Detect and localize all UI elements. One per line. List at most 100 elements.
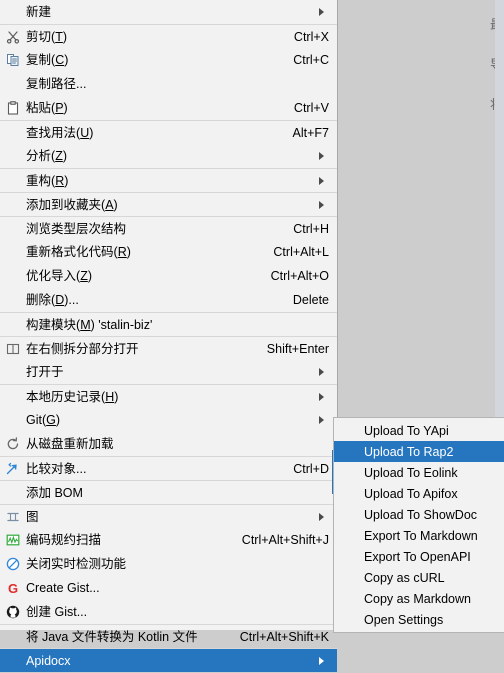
menu-item[interactable]: Apidocx xyxy=(0,648,337,672)
submenu-item[interactable]: Export To OpenAPI xyxy=(334,546,504,567)
no-icon xyxy=(0,0,26,24)
submenu-item[interactable]: Copy as Markdown xyxy=(334,588,504,609)
chevron-right-icon xyxy=(313,152,329,160)
menu-item-shortcut: Alt+F7 xyxy=(292,125,329,140)
menu-item[interactable]: 浏览类型层次结构 Ctrl+H xyxy=(0,216,337,240)
menu-item[interactable]: 打开于 xyxy=(0,360,337,384)
menu-item-label: 添加到收藏夹(A) xyxy=(26,197,118,212)
context-menu-items: 新建剪切(T) Ctrl+X 复制(C) Ctrl+C 复制路径... 粘贴(P) Ctrl… xyxy=(0,0,337,672)
menu-item-mnemonic: (Z) xyxy=(76,269,92,283)
menu-item[interactable]: 创建 Gist... xyxy=(0,600,337,624)
menu-item-mnemonic: (Z) xyxy=(51,149,67,163)
no-icon xyxy=(0,193,26,217)
menu-item-mnemonic: (R) xyxy=(51,173,69,188)
menu-item[interactable]: 分析(Z) xyxy=(0,144,337,168)
menu-item-label: Apidocx xyxy=(26,653,71,668)
gitlab-icon: G xyxy=(0,576,26,600)
menu-item-label: 将 Java 文件转换为 Kotlin 文件 xyxy=(26,629,198,644)
no-icon xyxy=(0,360,26,384)
menu-item-label: 添加 BOM xyxy=(26,485,83,500)
diagram-icon xyxy=(0,505,26,529)
menu-item[interactable]: 添加到收藏夹(A) xyxy=(0,192,337,216)
menu-item-shortcut: Shift+Enter xyxy=(266,341,329,356)
submenu-item[interactable]: Upload To Eolink xyxy=(334,462,504,483)
menu-item[interactable]: 复制(C) Ctrl+C xyxy=(0,48,337,72)
menu-item-label: 编码规约扫描 xyxy=(26,533,102,547)
submenu-item[interactable]: Upload To Apifox xyxy=(334,483,504,504)
menu-item[interactable]: 本地历史记录(H) xyxy=(0,384,337,408)
menu-item[interactable]: 重构(R) xyxy=(0,168,337,192)
menu-item-label: 重新格式化代码(R) xyxy=(26,245,131,259)
submenu-item[interactable]: Upload To ShowDoc xyxy=(334,504,504,525)
scissors-icon xyxy=(0,25,26,49)
menu-item[interactable]: 重新格式化代码(R) Ctrl+Alt+L xyxy=(0,240,337,264)
chevron-right-icon xyxy=(313,176,329,185)
submenu-item[interactable]: Open Settings xyxy=(334,609,504,630)
context-menu[interactable]: 新建剪切(T) Ctrl+X 复制(C) Ctrl+C 复制路径... 粘贴(P) Ctrl… xyxy=(0,0,338,672)
no-icon xyxy=(0,481,26,505)
menu-item-mnemonic: (C) xyxy=(51,53,69,67)
menu-item-label: 粘贴(P) xyxy=(26,101,68,115)
menu-item-shortcut: Ctrl+Alt+Shift+J xyxy=(241,533,329,547)
paste-icon xyxy=(0,96,26,120)
menu-item[interactable]: 新建 xyxy=(0,0,337,24)
menu-item[interactable]: G Create Gist... xyxy=(0,576,337,600)
apidocx-submenu[interactable]: Upload To YApi Upload To Rap2 Upload To Eo… xyxy=(333,417,504,633)
menu-item[interactable]: 从磁盘重新加载 xyxy=(0,432,337,456)
no-icon xyxy=(0,264,26,288)
menu-item[interactable]: 将 Java 文件转换为 Kotlin 文件 Ctrl+Alt+Shift+K xyxy=(0,624,337,648)
menu-item-label: 比较对象... xyxy=(26,461,87,476)
menu-item[interactable]: Git(G) xyxy=(0,408,337,432)
compare-icon xyxy=(0,457,26,481)
no-icon xyxy=(0,169,26,193)
menu-item-label: Git(G) xyxy=(26,413,61,427)
menu-item[interactable]: 粘贴(P) Ctrl+V xyxy=(0,96,337,120)
menu-item-label: 剪切(T) xyxy=(26,29,67,44)
github-icon xyxy=(0,600,26,624)
chevron-right-icon xyxy=(313,8,329,16)
menu-item-shortcut: Ctrl+Alt+O xyxy=(270,269,329,283)
chevron-right-icon xyxy=(313,368,329,376)
menu-item-mnemonic: (U) xyxy=(76,125,94,140)
menu-item-shortcut: Ctrl+D xyxy=(293,461,329,476)
menu-item-label: Create Gist... xyxy=(26,581,100,595)
menu-item[interactable]: 图 xyxy=(0,504,337,528)
menu-item[interactable]: 关闭实时检测功能 xyxy=(0,552,337,576)
menu-item-mnemonic: (H) xyxy=(101,389,119,404)
menu-item[interactable]: 比较对象... Ctrl+D xyxy=(0,456,337,480)
submenu-item[interactable]: Upload To Rap2 xyxy=(334,441,504,462)
submenu-item[interactable]: Export To Markdown xyxy=(334,525,504,546)
no-icon xyxy=(0,313,26,337)
no-icon xyxy=(0,385,26,409)
no-icon xyxy=(0,217,26,241)
svg-text:G: G xyxy=(8,581,18,595)
menu-item-label: 优化导入(Z) xyxy=(26,269,92,283)
submenu-item[interactable]: Upload To YApi xyxy=(334,420,504,441)
no-icon xyxy=(0,649,26,673)
menu-item[interactable]: 编码规约扫描 Ctrl+Alt+Shift+J xyxy=(0,528,337,552)
menu-item-label: 本地历史记录(H) xyxy=(26,389,119,404)
menu-item-label: 从磁盘重新加载 xyxy=(26,437,114,451)
menu-item-label: 重构(R) xyxy=(26,173,69,188)
menu-item-label: 新建 xyxy=(26,5,52,19)
menu-item[interactable]: 剪切(T) Ctrl+X xyxy=(0,24,337,48)
menu-item-shortcut: Delete xyxy=(292,293,329,307)
menu-item-shortcut: Ctrl+V xyxy=(293,101,329,115)
menu-item[interactable]: 构建模块(M) 'stalin-biz' xyxy=(0,312,337,336)
no-icon xyxy=(0,72,26,96)
no-icon xyxy=(0,625,26,649)
menu-item-suffix: 'stalin-biz' xyxy=(94,317,153,332)
menu-item-shortcut: Ctrl+H xyxy=(293,221,329,236)
menu-item[interactable]: 添加 BOM xyxy=(0,480,337,504)
menu-item[interactable]: 复制路径... xyxy=(0,72,337,96)
menu-item-label: 构建模块(M) 'stalin-biz' xyxy=(26,317,153,332)
menu-item-mnemonic: (G) xyxy=(41,413,61,427)
chevron-right-icon xyxy=(313,416,329,424)
menu-item-label: 在右侧拆分部分打开 xyxy=(26,341,139,356)
scan-icon xyxy=(0,528,26,552)
submenu-item[interactable]: Copy as cURL xyxy=(334,567,504,588)
menu-item[interactable]: 在右侧拆分部分打开 Shift+Enter xyxy=(0,336,337,360)
menu-item[interactable]: 删除(D)... Delete xyxy=(0,288,337,312)
menu-item[interactable]: 查找用法(U) Alt+F7 xyxy=(0,120,337,144)
menu-item[interactable]: 优化导入(Z) Ctrl+Alt+O xyxy=(0,264,337,288)
